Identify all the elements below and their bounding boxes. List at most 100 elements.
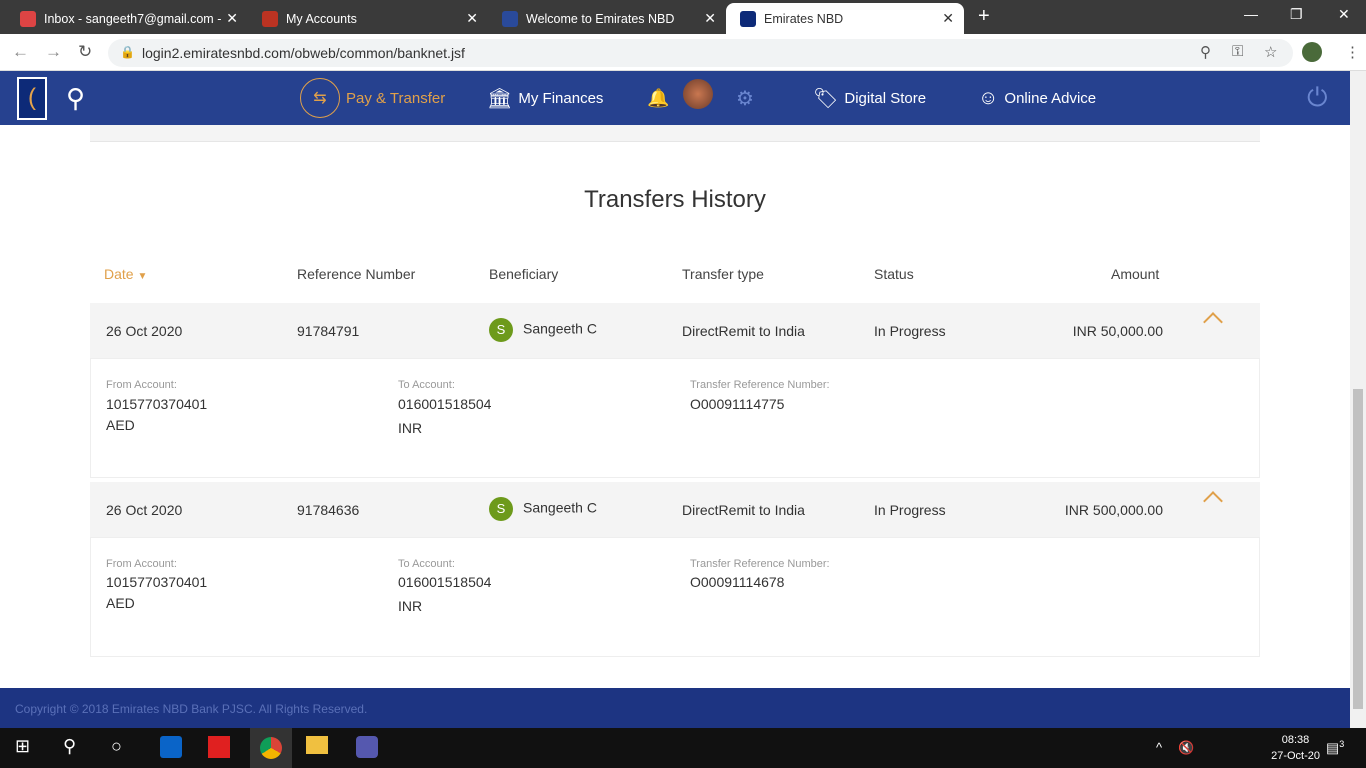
to-account: 016001518504 [398, 574, 492, 590]
teams-icon[interactable] [356, 736, 378, 758]
menu-icon[interactable]: ⋮ [1345, 43, 1360, 61]
beneficiary: S Sangeeth C [489, 497, 597, 521]
beneficiary: S Sangeeth C [489, 318, 597, 342]
oracle-icon[interactable] [208, 736, 230, 758]
close-tab-icon[interactable]: ✕ [226, 10, 238, 27]
star-icon[interactable]: ☆ [1264, 43, 1277, 61]
gmail-icon [20, 10, 36, 27]
to-currency: INR [398, 598, 423, 614]
date: 27-Oct-20 [1271, 750, 1320, 762]
from-account: 1015770370401 [106, 574, 208, 590]
from-label: From Account: [106, 558, 177, 570]
column-date-sort[interactable]: Date ▼ [104, 266, 147, 282]
page-title: Transfers History [584, 186, 766, 213]
to-label: To Account: [398, 558, 455, 570]
clock[interactable]: 08:38 27-Oct-20 [1271, 732, 1320, 764]
tray-chevron-icon[interactable]: ^ [1156, 740, 1162, 755]
page-scrollbar[interactable] [1350, 71, 1366, 728]
column-beneficiary: Beneficiary [489, 266, 559, 282]
enbd-icon [740, 10, 756, 27]
transfer-type: DirectRemit to India [682, 323, 805, 339]
scrollbar-thumb[interactable] [1353, 389, 1363, 709]
tab-welcome[interactable]: Welcome to Emirates NBD ✕ [488, 3, 726, 34]
tag-icon: 🏷 [813, 87, 839, 110]
nav-digital-store[interactable]: 🏷 Digital Store [813, 71, 926, 125]
to-label: To Account: [398, 379, 455, 391]
amount: INR 500,000.00 [1064, 502, 1163, 518]
close-tab-icon[interactable]: ✕ [466, 10, 478, 27]
nav-pay-transfer[interactable]: ⇆ Pay & Transfer [300, 71, 445, 125]
gear-icon[interactable]: ⚙ [736, 71, 754, 125]
reference-number: 91784791 [297, 323, 360, 339]
table-row[interactable]: 26 Oct 2020 91784791 S Sangeeth C DirectR… [90, 303, 1260, 358]
from-currency: AED [106, 417, 135, 433]
enbd-icon [502, 10, 518, 27]
forward-icon[interactable]: → [45, 42, 62, 62]
tab-gmail[interactable]: Inbox - sangeeth7@gmail.com - ✕ [6, 3, 248, 34]
back-icon[interactable]: ← [12, 42, 29, 62]
beneficiary-avatar: S [489, 318, 513, 342]
notifications-icon[interactable]: ▤3 [1326, 739, 1344, 757]
from-currency: AED [106, 595, 135, 611]
minimize-button[interactable]: — [1244, 6, 1258, 22]
outlook-icon[interactable] [160, 736, 182, 758]
footer: Copyright © 2018 Emirates NBD Bank PJSC.… [0, 688, 1350, 728]
chevron-up-icon[interactable] [1203, 491, 1223, 511]
time: 08:38 [1281, 734, 1310, 746]
sort-down-icon: ▼ [137, 271, 148, 282]
transfer-reference: O00091114678 [690, 574, 785, 590]
amount: INR 50,000.00 [1072, 323, 1163, 339]
search-icon[interactable]: ⚲ [63, 736, 76, 757]
advisor-icon: ☺ [978, 86, 999, 109]
from-label: From Account: [106, 379, 177, 391]
copyright: Copyright © 2018 Emirates NBD Bank PJSC.… [15, 702, 368, 716]
site-icon [262, 10, 278, 27]
taskbar: ⊞ ⚲ ○ ^ 🔇 08:38 27-Oct-20 ▤3 [0, 728, 1366, 768]
transfer-icon: ⇆ [300, 78, 340, 118]
bank-nav: ( ⚲ ⇆ Pay & Transfer 🏛 My Finances 🔔 ⚙ 🏷 Di… [0, 71, 1350, 125]
transfer-details: From Account: 1015770370401 AED To Accou… [90, 358, 1260, 478]
browser-tab-bar: Inbox - sangeeth7@gmail.com - ✕ My Accoun… [0, 0, 1366, 34]
beneficiary-avatar: S [489, 497, 513, 521]
column-reference: Reference Number [297, 266, 416, 282]
bank-icon: 🏛 [487, 87, 513, 110]
transfer-details: From Account: 1015770370401 AED To Accou… [90, 537, 1260, 657]
reference-number: 91784636 [297, 502, 360, 518]
restore-button[interactable]: ❐ [1290, 6, 1303, 23]
from-account: 1015770370401 [106, 396, 208, 412]
close-tab-icon[interactable]: ✕ [942, 10, 954, 27]
tab-my-accounts[interactable]: My Accounts ✕ [248, 3, 488, 34]
lock-icon: 🔒 [120, 45, 135, 59]
key-icon[interactable]: ⚿ [1232, 43, 1243, 60]
profile-avatar[interactable] [1302, 42, 1322, 62]
tab-emirates-nbd[interactable]: Emirates NBD ✕ [726, 3, 964, 34]
user-avatar[interactable] [683, 79, 713, 109]
to-account: 016001518504 [398, 396, 492, 412]
column-amount: Amount [1111, 266, 1160, 282]
windows-start-icon[interactable]: ⊞ [15, 736, 30, 757]
close-window-button[interactable]: ✕ [1338, 6, 1350, 23]
nav-online-advice[interactable]: ☺ Online Advice [978, 71, 1096, 125]
chrome-icon[interactable] [250, 728, 292, 768]
nav-my-finances[interactable]: 🏛 My Finances [487, 71, 603, 125]
column-transfer-type: Transfer type [682, 266, 764, 282]
url-bar[interactable]: 🔒 login2.emiratesnbd.com/obweb/common/ban… [108, 39, 1293, 67]
file-explorer-icon[interactable] [306, 736, 328, 754]
date: 26 Oct 2020 [106, 323, 183, 339]
status: In Progress [874, 502, 946, 518]
to-currency: INR [398, 420, 423, 436]
search-icon[interactable]: ⚲ [66, 71, 85, 125]
cortana-icon[interactable]: ○ [111, 736, 122, 757]
volume-muted-icon[interactable]: 🔇 [1178, 740, 1194, 756]
close-tab-icon[interactable]: ✕ [704, 10, 716, 27]
enbd-logo[interactable]: ( [17, 77, 47, 120]
bell-icon[interactable]: 🔔 [647, 71, 669, 125]
logout-power-icon[interactable]: ⏻ [1307, 71, 1328, 125]
table-row[interactable]: 26 Oct 2020 91784636 S Sangeeth C DirectR… [90, 482, 1260, 537]
ref-label: Transfer Reference Number: [690, 379, 830, 391]
new-tab-button[interactable]: + [978, 5, 990, 28]
location-icon[interactable]: ⚲ [1200, 43, 1211, 61]
chevron-up-icon[interactable] [1203, 312, 1223, 332]
ref-label: Transfer Reference Number: [690, 558, 830, 570]
reload-icon[interactable]: ↻ [78, 42, 92, 62]
